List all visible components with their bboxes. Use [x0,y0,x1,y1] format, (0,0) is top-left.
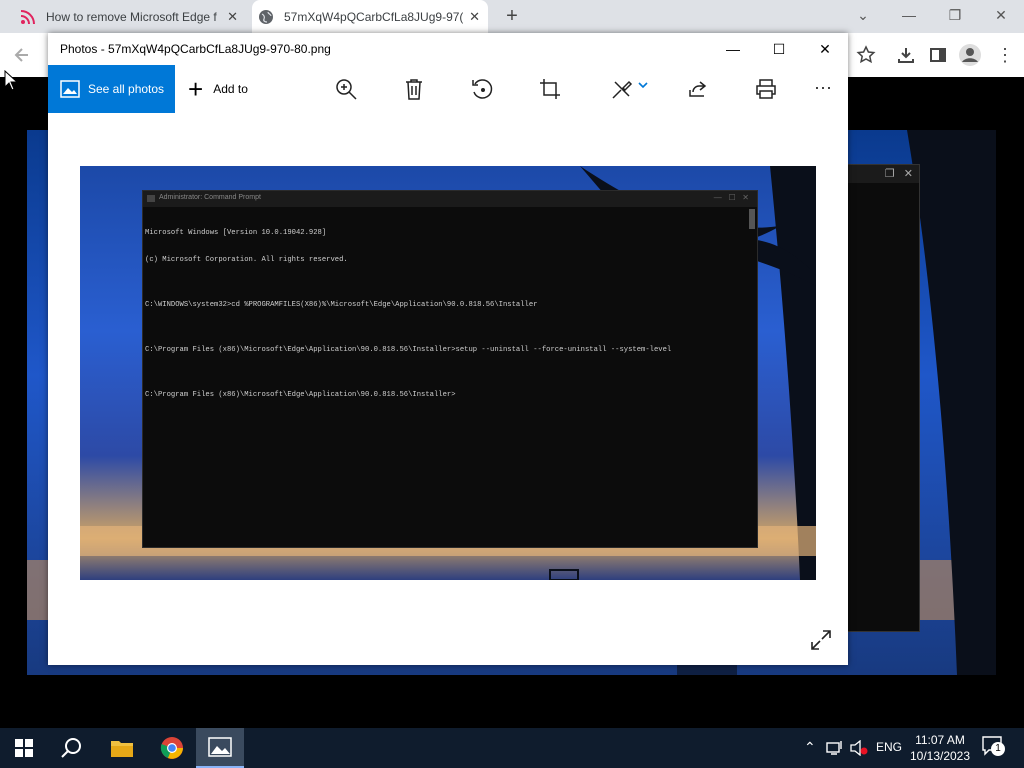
volume-muted-icon[interactable] [850,740,868,756]
search-icon [61,738,81,758]
windows-taskbar: ⌃ ENG 11:07 AM 10/13/2023 1 [0,728,1024,768]
cmd-icon [147,195,155,202]
background-cmd-window: ❐ ✕ [845,164,920,632]
cmd-window-controls-icon: — ☐ ✕ [713,193,749,202]
download-icon[interactable] [896,45,916,65]
cmd-line: C:\Program Files (x86)\Microsoft\Edge\Ap… [145,391,456,399]
mouse-cursor-icon [4,70,19,91]
chevron-up-icon[interactable]: ⌃ [804,739,816,756]
cmd-line: Microsoft Windows [Version 10.0.19042.92… [145,229,327,237]
clock[interactable]: 11:07 AM 10/13/2023 [906,732,974,764]
menu-icon[interactable]: ⋮ [996,43,1014,67]
search-button[interactable] [48,728,96,768]
cmd-line: C:\WINDOWS\system32>cd %PROGRAMFILES(X86… [145,301,538,309]
plus-icon: + [188,74,204,104]
language-indicator[interactable]: ENG [876,740,902,754]
add-to-button[interactable]: + Add to [188,65,248,113]
cmd-title: Administrator: Command Prompt [159,194,261,201]
see-all-photos-button[interactable]: See all photos [48,65,175,113]
close-tab-icon[interactable]: ✕ [469,9,480,25]
minimize-icon[interactable]: — [886,0,932,30]
photos-app-window: Photos - 57mXqW4pQCarbCfLa8JUg9-970-80.p… [48,33,848,665]
chevron-down-icon[interactable] [638,81,648,89]
start-button[interactable] [0,728,48,768]
folder-icon [111,741,133,757]
file-explorer-button[interactable] [98,728,146,768]
cmd-scrollbar [749,209,755,229]
window-title: Photos - 57mXqW4pQCarbCfLa8JUg9-970-80.p… [60,42,331,56]
back-icon[interactable] [12,45,32,65]
photos-taskbar-button[interactable] [196,728,244,768]
see-all-photos-label: See all photos [88,82,165,96]
action-center-button[interactable]: 1 [982,736,1006,760]
zoom-in-icon[interactable] [334,77,358,101]
photos-icon [208,737,232,757]
clock-date: 10/13/2023 [909,749,971,763]
add-to-label: Add to [213,82,248,96]
chrome-icon [160,737,183,759]
profile-icon[interactable] [958,43,982,67]
photo-display: Administrator: Command Prompt — ☐ ✕ Micr… [80,166,816,580]
windows-logo-icon [15,739,33,757]
tab-title: 57mXqW4pQCarbCfLa8JUg9-97( [284,9,464,24]
tab-how-to-remove-edge[interactable]: How to remove Microsoft Edge f ✕ [14,0,246,33]
tab-image[interactable]: 57mXqW4pQCarbCfLa8JUg9-97( ✕ [252,0,488,33]
cmd-output: Microsoft Windows [Version 10.0.19042.92… [145,211,671,418]
edit-draw-icon[interactable] [610,77,634,101]
expand-fullscreen-icon[interactable] [810,629,832,651]
clock-time: 11:07 AM [915,733,965,747]
chrome-tab-strip: How to remove Microsoft Edge f ✕ 57mXqW4… [0,0,1024,33]
print-icon[interactable] [754,77,778,101]
minimize-icon[interactable]: — [710,33,756,65]
cmd-window: Administrator: Command Prompt — ☐ ✕ Micr… [142,190,758,548]
close-icon[interactable]: ✕ [978,0,1024,30]
network-icon[interactable] [826,740,844,756]
close-icon[interactable]: ✕ [802,33,848,65]
more-options-icon[interactable]: ··· [814,77,832,97]
photo-icon [60,80,80,98]
crop-icon[interactable] [538,77,562,101]
photos-toolbar: See all photos + Add to ··· [48,65,848,113]
maximize-icon[interactable]: ☐ [756,33,802,65]
notification-count-badge: 1 [991,742,1005,756]
share-icon[interactable] [686,77,710,101]
close-tab-icon[interactable]: ✕ [227,9,238,25]
rotate-icon[interactable] [470,77,494,101]
side-panel-icon[interactable] [928,45,948,65]
cmd-line: C:\Program Files (x86)\Microsoft\Edge\Ap… [145,346,672,354]
delete-icon[interactable] [402,77,426,101]
cmd-line: (c) Microsoft Corporation. All rights re… [145,256,348,264]
tab-title: How to remove Microsoft Edge f [46,9,217,24]
restore-icon[interactable]: ❐ [932,0,978,30]
star-icon[interactable] [856,45,876,65]
rss-icon [20,9,35,24]
new-tab-button[interactable]: + [500,4,524,28]
photos-title-bar: Photos - 57mXqW4pQCarbCfLa8JUg9-970-80.p… [48,33,848,65]
cmd-title-bar: Administrator: Command Prompt — ☐ ✕ [143,191,757,207]
tab-search-icon[interactable]: ⌄ [840,0,886,30]
globe-icon [259,9,273,24]
chrome-button[interactable] [148,728,196,768]
close-icon: ❐ ✕ [846,165,919,183]
